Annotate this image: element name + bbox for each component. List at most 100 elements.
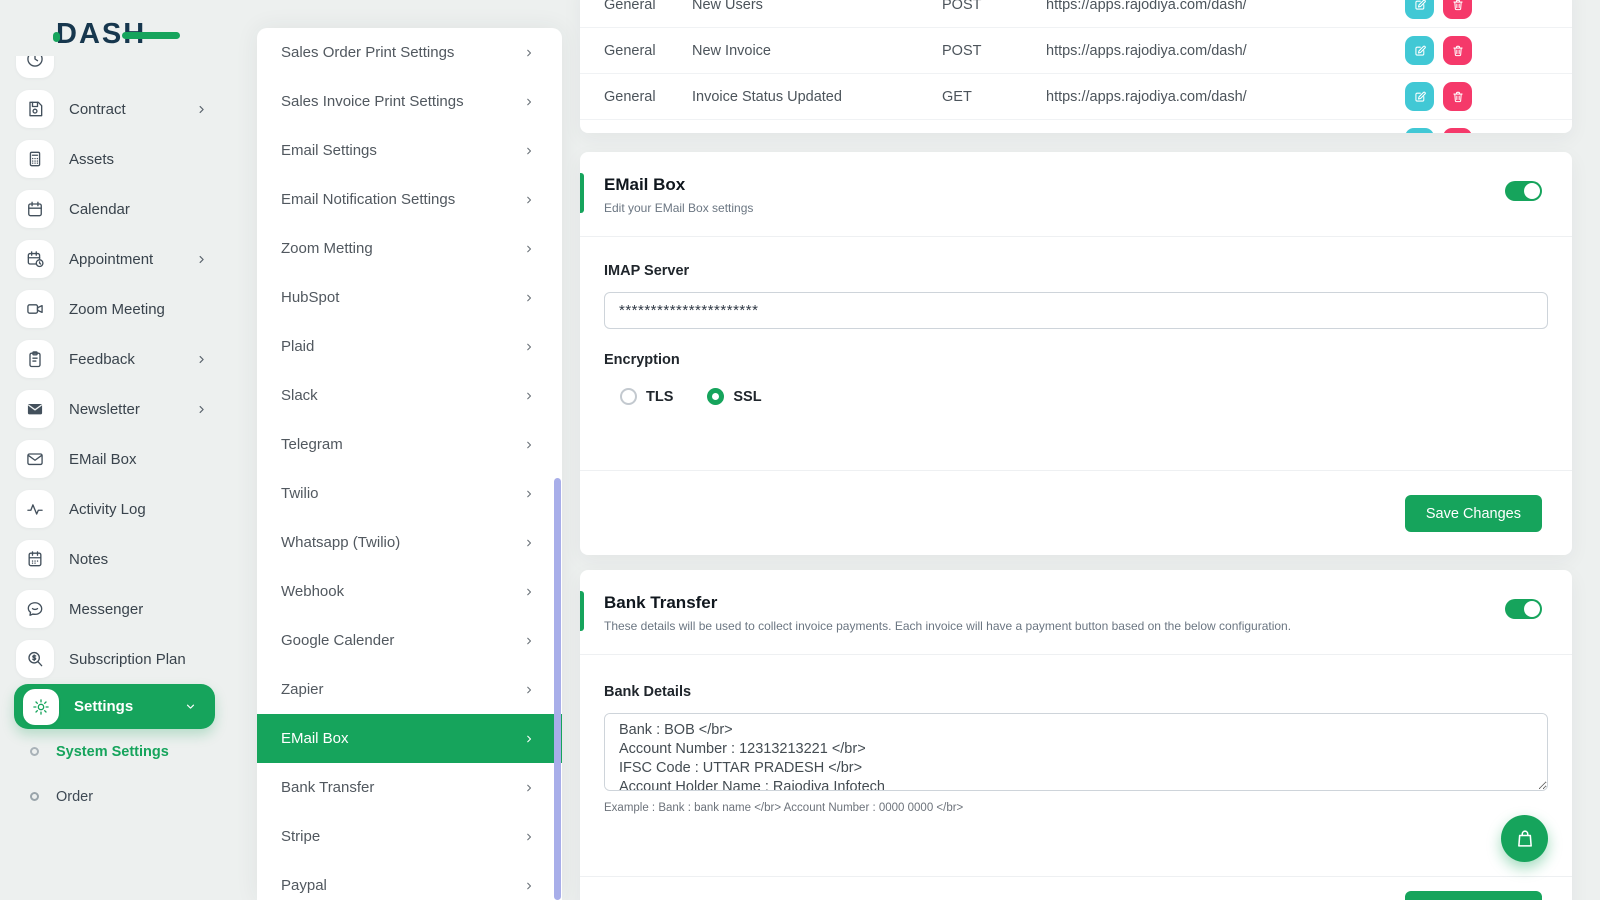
sidebar-item-notes[interactable]: Notes: [0, 534, 240, 584]
settings-menu-item-google-calender[interactable]: Google Calender: [257, 616, 562, 665]
encryption-option-ssl[interactable]: SSL: [707, 388, 761, 405]
video-icon-box: [16, 290, 54, 328]
settings-menu-item-stripe[interactable]: Stripe: [257, 812, 562, 861]
chevron-right-icon: [523, 782, 535, 794]
bank-transfer-save-button[interactable]: Save Changes: [1405, 891, 1542, 900]
settings-menu-item-label: Slack: [281, 387, 523, 404]
trash-icon: [1451, 0, 1465, 12]
cart-fab-button[interactable]: [1501, 815, 1548, 862]
cell-module: General: [580, 0, 692, 13]
chevron-right-icon: [523, 194, 535, 206]
sidebar-item-settings[interactable]: Settings: [14, 684, 215, 729]
assets-icon: [25, 149, 45, 169]
settings-menu-item-zoom-metting[interactable]: Zoom Metting: [257, 224, 562, 273]
settings-menu-item-bank-transfer[interactable]: Bank Transfer: [257, 763, 562, 812]
edit-row-button[interactable]: [1405, 0, 1434, 19]
delete-row-button[interactable]: [1443, 0, 1472, 19]
chevron-right-icon: [523, 145, 535, 157]
chevron-right-icon: [195, 103, 208, 116]
settings-menu-item-telegram[interactable]: Telegram: [257, 420, 562, 469]
radio-ssl[interactable]: [707, 388, 724, 405]
encryption-option-tls[interactable]: TLS: [620, 388, 673, 405]
sidebar-item-activity-log[interactable]: Activity Log: [0, 484, 240, 534]
clock-icon: [25, 56, 45, 69]
bank-transfer-card-body: Bank Details Bank : BOB </br> Account Nu…: [580, 655, 1572, 814]
envelope-icon: [25, 449, 45, 469]
sidebar-item-contract[interactable]: Contract: [0, 84, 240, 134]
sidebar-item-messenger[interactable]: Messenger: [0, 584, 240, 634]
notes-icon: [25, 549, 45, 569]
bank-transfer-toggle[interactable]: [1505, 599, 1542, 619]
settings-menu-item-label: Webhook: [281, 583, 523, 600]
sidebar-item-email-box[interactable]: EMail Box: [0, 434, 240, 484]
settings-menu-item-label: Zapier: [281, 681, 523, 698]
settings-menu-item-slack[interactable]: Slack: [257, 371, 562, 420]
settings-menu-item-email-box[interactable]: EMail Box: [257, 714, 562, 763]
sidebar-item-feedback[interactable]: Feedback: [0, 334, 240, 384]
sidebar-item-label: Activity Log: [69, 501, 146, 518]
delete-row-button[interactable]: [1443, 36, 1472, 65]
settings-menu-item-plaid[interactable]: Plaid: [257, 322, 562, 371]
sidebar-item-newsletter[interactable]: Newsletter: [0, 384, 240, 434]
email-box-save-button[interactable]: Save Changes: [1405, 495, 1542, 532]
sidebar-item-zoom-meeting[interactable]: Zoom Meeting: [0, 284, 240, 334]
clipboard-icon-box: [16, 340, 54, 378]
settings-menu-item-email-notification-settings[interactable]: Email Notification Settings: [257, 175, 562, 224]
settings-menu-item-whatsapp-twilio[interactable]: Whatsapp (Twilio): [257, 518, 562, 567]
email-box-toggle[interactable]: [1505, 181, 1542, 201]
settings-menu-item-webhook[interactable]: Webhook: [257, 567, 562, 616]
webhook-table-row: GeneralNew UsersPOSThttps://apps.rajodiy…: [580, 0, 1572, 28]
settings-menu-item-email-settings[interactable]: Email Settings: [257, 126, 562, 175]
sidebar-item-assets[interactable]: Assets: [0, 134, 240, 184]
settings-menu-item-zapier[interactable]: Zapier: [257, 665, 562, 714]
delete-row-button[interactable]: [1443, 128, 1472, 133]
chevron-right-icon: [523, 341, 535, 353]
chevron-right-icon: [523, 537, 535, 549]
edit-row-button[interactable]: [1405, 82, 1434, 111]
cell-method: POST: [942, 43, 1046, 59]
edit-row-button[interactable]: [1405, 128, 1434, 133]
settings-menu-item-twilio[interactable]: Twilio: [257, 469, 562, 518]
calendar-icon-box: [16, 190, 54, 228]
sidebar-item-calendar[interactable]: Calendar: [0, 184, 240, 234]
bank-details-textarea[interactable]: Bank : BOB </br> Account Number : 123132…: [604, 713, 1548, 791]
sidebar-subitem-order[interactable]: Order: [0, 774, 240, 819]
sidebar: DASH ContractAssetsCalendarAppointmentZo…: [0, 0, 240, 900]
settings-menu-item-hubspot[interactable]: HubSpot: [257, 273, 562, 322]
search-dollar-icon: [25, 649, 45, 669]
chevron-right-icon: [195, 353, 208, 366]
chat-icon-box: [16, 590, 54, 628]
settings-menu-item-label: Whatsapp (Twilio): [281, 534, 523, 551]
chevron-right-icon: [523, 390, 535, 402]
settings-menu-item-label: HubSpot: [281, 289, 523, 306]
video-icon: [25, 299, 45, 319]
header-accent-bar: [580, 173, 584, 213]
chevron-right-icon: [523, 292, 535, 304]
settings-menu-item-label: EMail Box: [281, 730, 523, 747]
panel-scrollbar-thumb[interactable]: [554, 478, 561, 900]
appointment-icon-box: [16, 240, 54, 278]
settings-menu-item-label: Plaid: [281, 338, 523, 355]
encryption-label: Encryption: [604, 352, 1548, 368]
chevron-right-icon: [523, 439, 535, 451]
chevron-right-icon: [195, 403, 208, 416]
edit-row-button[interactable]: [1405, 36, 1434, 65]
sidebar-subitem-label: System Settings: [56, 744, 169, 760]
imap-server-input[interactable]: [604, 292, 1548, 329]
brand-logo[interactable]: DASH: [56, 18, 186, 54]
sidebar-item-appointment[interactable]: Appointment: [0, 234, 240, 284]
sidebar-item-subscription-plan[interactable]: Subscription Plan: [0, 634, 240, 684]
settings-menu-item-paypal[interactable]: Paypal: [257, 861, 562, 900]
chevron-right-icon: [523, 684, 535, 696]
settings-menu-item-sales-order-print-settings[interactable]: Sales Order Print Settings: [257, 28, 562, 77]
radio-tls[interactable]: [620, 388, 637, 405]
sidebar-subitem-system-settings[interactable]: System Settings: [0, 729, 240, 774]
chevron-right-icon: [523, 488, 535, 500]
chevron-right-icon: [523, 488, 535, 500]
sidebar-item-partial[interactable]: [0, 56, 240, 84]
webhook-table-row-partial: [580, 120, 1572, 133]
settings-menu-item-label: Zoom Metting: [281, 240, 523, 257]
settings-menu-item-sales-invoice-print-settings[interactable]: Sales Invoice Print Settings: [257, 77, 562, 126]
delete-row-button[interactable]: [1443, 82, 1472, 111]
chevron-down-icon: [184, 700, 197, 713]
